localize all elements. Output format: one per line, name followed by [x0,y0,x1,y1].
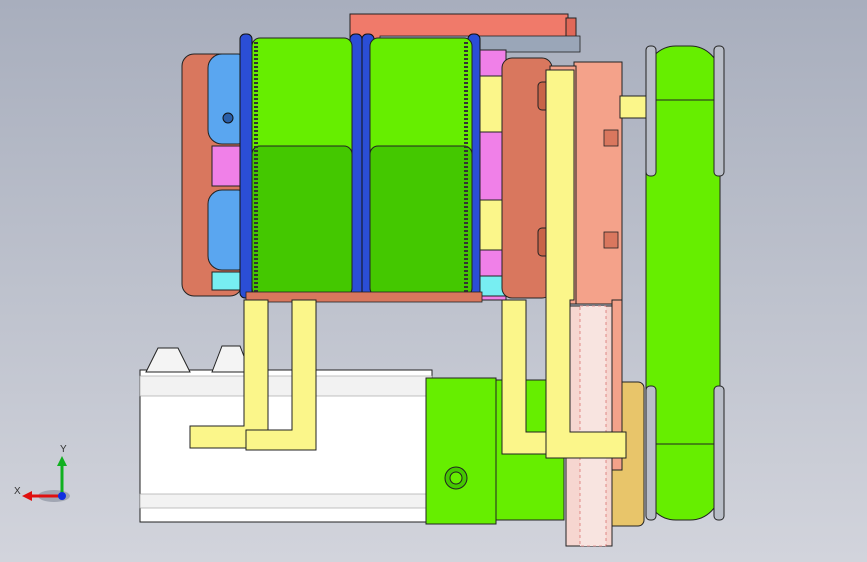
y-axis-label: Y [60,444,67,455]
cad-model[interactable] [0,0,867,562]
brown-plate [501,57,553,299]
belt-arm [645,45,725,521]
coordinate-triad: Y X [14,444,70,502]
roller-a [251,37,353,297]
base-strip [245,291,483,303]
y-axis-arrow [57,456,67,466]
z-axis-dot [58,492,66,500]
cad-viewport[interactable]: Y X [0,0,867,562]
x-axis-label: X [14,486,21,497]
x-axis-arrow [22,491,32,501]
roller-b [369,37,473,297]
